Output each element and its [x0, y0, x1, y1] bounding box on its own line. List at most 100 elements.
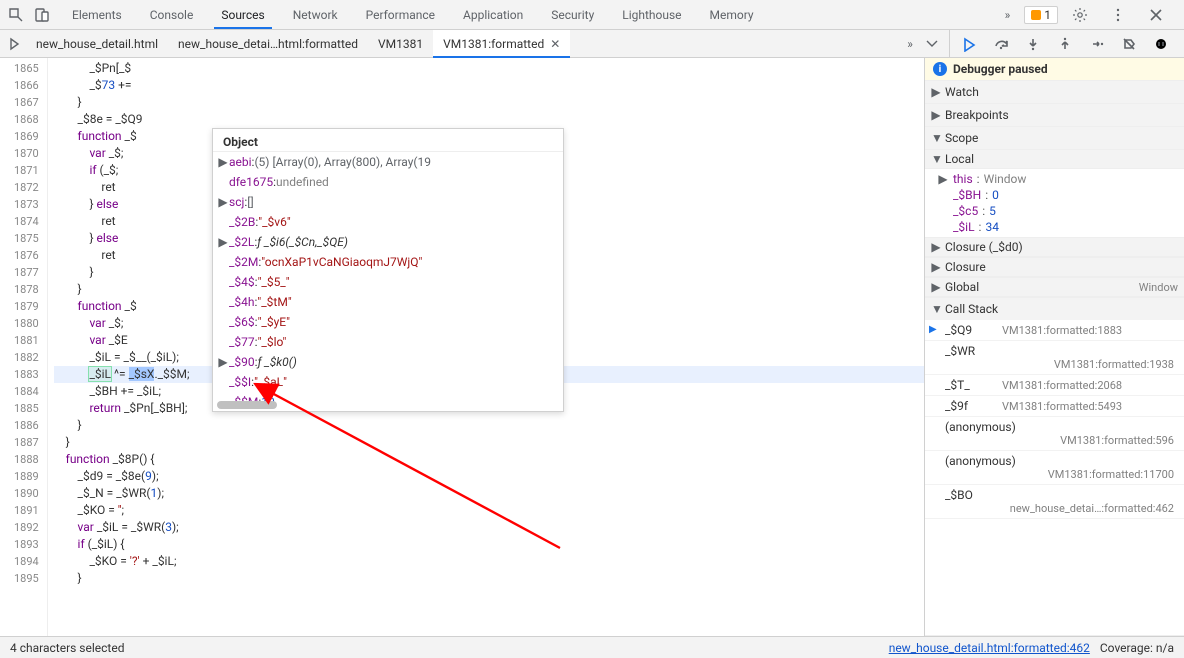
code-line[interactable]: function _$8P() {: [54, 451, 924, 468]
expand-icon[interactable]: ▶: [217, 235, 229, 249]
callstack-frame[interactable]: _$Q9 VM1381:formatted:1883: [925, 320, 1184, 341]
object-hover-popup[interactable]: Object ▶aebi: (5) [Array(0), Array(800),…: [212, 128, 564, 412]
panel-tab-memory[interactable]: Memory: [696, 0, 768, 29]
callstack-header[interactable]: ▼ Call Stack: [925, 298, 1184, 320]
scope-header[interactable]: ▼ Scope: [925, 127, 1184, 149]
pause-exceptions-button[interactable]: [1150, 33, 1172, 55]
object-property-row[interactable]: ▶aebi: (5) [Array(0), Array(800), Array(…: [213, 152, 563, 172]
callstack-frame[interactable]: _$9f VM1381:formatted:5493: [925, 396, 1184, 417]
line-number[interactable]: 1891: [14, 502, 39, 519]
object-property-row[interactable]: ▶_$90: ƒ _$k0(): [213, 352, 563, 372]
code-line[interactable]: _$KO = '?' + _$iL;: [54, 553, 924, 570]
object-property-row[interactable]: _$4h: "_$tM": [213, 292, 563, 312]
status-link[interactable]: new_house_detail.html:formatted:462: [889, 641, 1090, 655]
settings-gear-icon[interactable]: [1070, 5, 1090, 25]
expand-icon[interactable]: ▶: [217, 155, 229, 169]
issues-badge[interactable]: 1: [1024, 6, 1058, 24]
callstack-frame[interactable]: (anonymous) VM1381:formatted:11700: [925, 451, 1184, 485]
step-into-button[interactable]: [1022, 33, 1044, 55]
object-property-row[interactable]: ▶scj: []: [213, 192, 563, 212]
expand-icon[interactable]: ▶: [217, 195, 229, 209]
resume-button[interactable]: [958, 33, 980, 55]
object-property-row[interactable]: _$6$: "_$yE": [213, 312, 563, 332]
line-number[interactable]: 1879: [14, 298, 39, 315]
step-button[interactable]: [1086, 33, 1108, 55]
panel-tab-console[interactable]: Console: [136, 0, 208, 29]
object-property-row[interactable]: dfe1675: undefined: [213, 172, 563, 192]
line-number[interactable]: 1870: [14, 145, 39, 162]
line-number[interactable]: 1884: [14, 383, 39, 400]
object-property-row[interactable]: _$4$: "_$5_": [213, 272, 563, 292]
line-number[interactable]: 1881: [14, 332, 39, 349]
file-tab[interactable]: VM1381: [368, 30, 433, 57]
device-toolbar-icon[interactable]: [32, 5, 52, 25]
section-header[interactable]: ▶Watch: [925, 81, 1184, 103]
code-line[interactable]: _$8e = _$Q9: [54, 111, 924, 128]
panel-tab-sources[interactable]: Sources: [207, 0, 278, 29]
show-navigator-icon[interactable]: [4, 33, 26, 55]
object-property-row[interactable]: _$$I: "_$aL": [213, 372, 563, 392]
section-header[interactable]: ▶Breakpoints: [925, 104, 1184, 126]
more-panels-button[interactable]: »: [991, 8, 1025, 22]
deactivate-bp-button[interactable]: [1118, 33, 1140, 55]
scope-variable-row[interactable]: _$iL: 34: [933, 219, 1184, 235]
file-tab[interactable]: new_house_detail.html: [26, 30, 168, 57]
panel-tab-application[interactable]: Application: [449, 0, 537, 29]
scope-variable-row[interactable]: _$c5: 5: [933, 203, 1184, 219]
file-tab-overflow-icon[interactable]: [921, 33, 943, 55]
line-number[interactable]: 1873: [14, 196, 39, 213]
line-number[interactable]: 1893: [14, 536, 39, 553]
line-number[interactable]: 1867: [14, 94, 39, 111]
line-number[interactable]: 1876: [14, 247, 39, 264]
code-line[interactable]: _$_N = _$WR(1);: [54, 485, 924, 502]
callstack-frame[interactable]: (anonymous) VM1381:formatted:596: [925, 417, 1184, 451]
code-line[interactable]: var _$iL = _$WR(3);: [54, 519, 924, 536]
step-out-button[interactable]: [1054, 33, 1076, 55]
popup-h-scrollbar-thumb[interactable]: [217, 401, 277, 409]
panel-tab-elements[interactable]: Elements: [58, 0, 136, 29]
line-number[interactable]: 1880: [14, 315, 39, 332]
expand-icon[interactable]: ▶: [937, 172, 949, 186]
code-line[interactable]: }: [54, 417, 924, 434]
line-number[interactable]: 1872: [14, 179, 39, 196]
line-number[interactable]: 1878: [14, 281, 39, 298]
line-number[interactable]: 1887: [14, 434, 39, 451]
callstack-frame[interactable]: _$BO new_house_detai…:formatted:462: [925, 485, 1184, 519]
line-number[interactable]: 1885: [14, 400, 39, 417]
line-number[interactable]: 1895: [14, 570, 39, 587]
line-number[interactable]: 1875: [14, 230, 39, 247]
code-line[interactable]: _$d9 = _$8e(9);: [54, 468, 924, 485]
inspect-element-icon[interactable]: [6, 5, 26, 25]
scope-group-header[interactable]: ▶Closure: [925, 257, 1184, 277]
scope-group-header[interactable]: ▶GlobalWindow: [925, 277, 1184, 297]
line-number[interactable]: 1894: [14, 553, 39, 570]
kebab-menu-icon[interactable]: [1108, 5, 1128, 25]
code-line[interactable]: _$Pn[_$: [54, 60, 924, 77]
file-tab[interactable]: new_house_detai…html:formatted: [168, 30, 368, 57]
line-number[interactable]: 1882: [14, 349, 39, 366]
line-number[interactable]: 1865: [14, 60, 39, 77]
line-number[interactable]: 1874: [14, 213, 39, 230]
scope-local-header[interactable]: ▼ Local: [925, 149, 1184, 169]
object-property-row[interactable]: _$2B: "_$v6": [213, 212, 563, 232]
code-line[interactable]: _$KO = '';: [54, 502, 924, 519]
line-number[interactable]: 1868: [14, 111, 39, 128]
line-number[interactable]: 1890: [14, 485, 39, 502]
panel-tab-security[interactable]: Security: [537, 0, 608, 29]
close-icon[interactable]: ✕: [550, 37, 560, 51]
line-number[interactable]: 1892: [14, 519, 39, 536]
panel-tab-performance[interactable]: Performance: [352, 0, 449, 29]
close-devtools-icon[interactable]: [1146, 5, 1166, 25]
scope-variable-row[interactable]: ▶this: Window: [933, 171, 1184, 187]
code-line[interactable]: _$73 +=: [54, 77, 924, 94]
line-number[interactable]: 1888: [14, 451, 39, 468]
callstack-frame[interactable]: _$T_ VM1381:formatted:2068: [925, 375, 1184, 396]
more-tabs-button[interactable]: »: [899, 33, 921, 55]
line-number[interactable]: 1889: [14, 468, 39, 485]
scope-group-header[interactable]: ▶Closure (_$d0): [925, 237, 1184, 257]
line-number[interactable]: 1871: [14, 162, 39, 179]
object-property-row[interactable]: _$2M: "ocnXaP1vCaNGiaoqmJ7WjQ": [213, 252, 563, 272]
object-property-row[interactable]: ▶_$2L: ƒ _$i6(_$Cn,_$QE): [213, 232, 563, 252]
code-line[interactable]: if (_$iL) {: [54, 536, 924, 553]
code-line[interactable]: }: [54, 570, 924, 587]
